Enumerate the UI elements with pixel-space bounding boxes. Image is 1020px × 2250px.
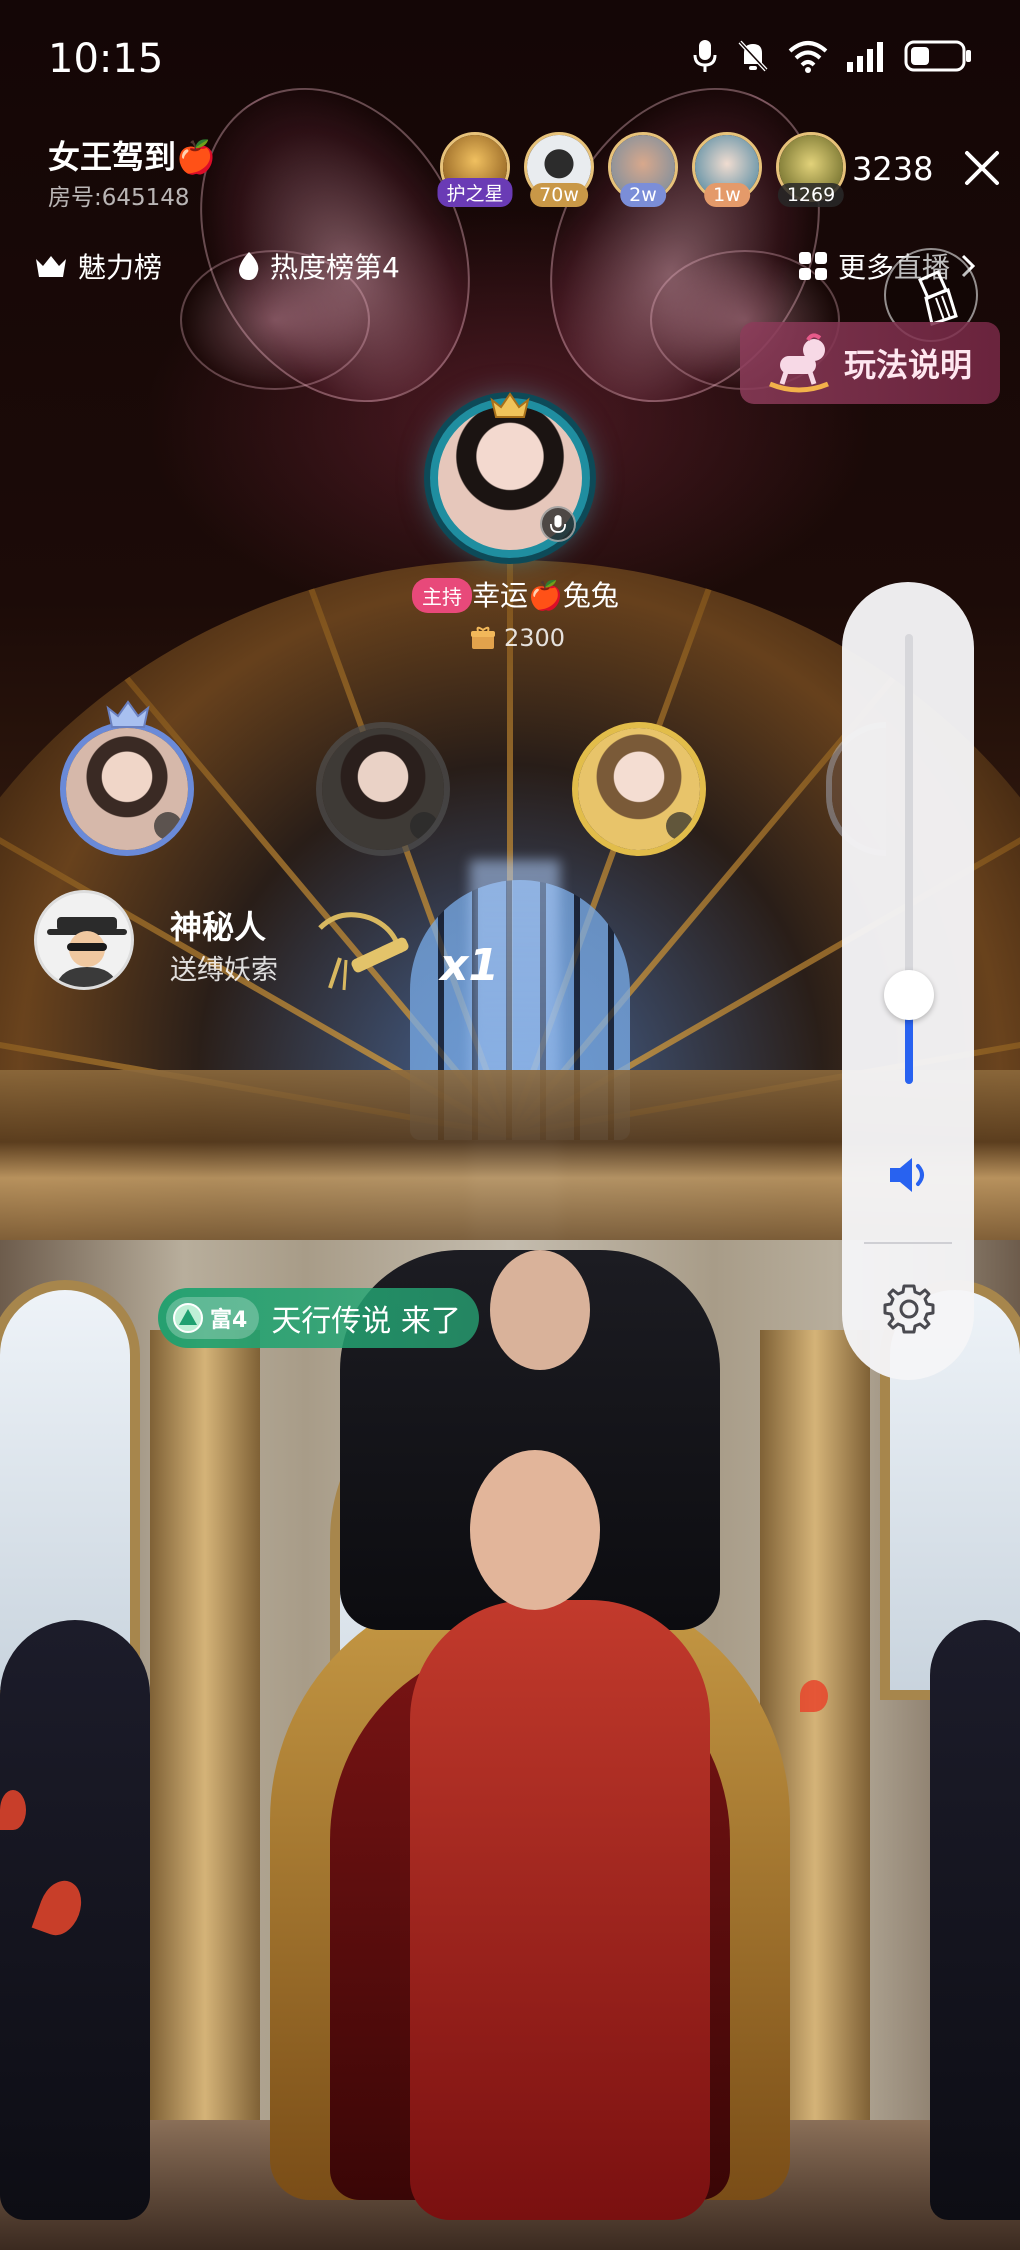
rose-petal [800, 1680, 828, 1712]
viewer-badge: 护之星 [437, 178, 513, 207]
microphone-icon [154, 812, 182, 840]
wifi-icon [788, 41, 828, 73]
gift-sender-name: 神秘人 [170, 908, 267, 946]
viewer-avatar[interactable]: 1w [692, 132, 762, 207]
level-triangle-icon [173, 1303, 203, 1333]
entrance-notice: 富4 天行传说 来了 [158, 1288, 479, 1348]
rocking-horse-icon [769, 333, 829, 393]
charm-rank-label: 魅力榜 [78, 251, 163, 284]
rich-level: 富4 [210, 1308, 248, 1333]
microphone-icon [540, 506, 576, 542]
heat-rank-button[interactable]: 热度榜第4 [236, 246, 400, 286]
mic-seat-2[interactable] [316, 722, 450, 856]
grid-icon [799, 252, 827, 280]
rose-petal [0, 1790, 26, 1830]
viewer-badge: 70w [530, 183, 588, 207]
viewer-avatar[interactable]: 1269 [776, 132, 846, 207]
battery-icon [904, 40, 971, 72]
crown-icon [490, 392, 530, 418]
rules-button[interactable]: 玩法说明 [740, 322, 1000, 404]
top-viewers: 护之星 70w 2w 1w 1269 [437, 132, 846, 207]
microphone-icon [410, 812, 438, 840]
host-tag: 主持 [412, 578, 472, 613]
gift-box-icon [471, 626, 495, 649]
crown-icon [36, 256, 66, 277]
viewer-avatar[interactable]: 2w [608, 132, 678, 207]
divider [864, 1242, 952, 1244]
microphone-icon [693, 40, 717, 72]
wing-left-decoration [147, 40, 523, 450]
host-name[interactable]: 幸运🍎兔兔 [472, 574, 619, 614]
viewer-count[interactable]: 3238 [852, 150, 933, 188]
room-title[interactable]: 女王驾到🍎 [48, 132, 216, 178]
room-id: 房号:645148 [48, 185, 190, 211]
gift-action: 送缚妖索 [170, 955, 278, 986]
flame-icon [239, 252, 259, 280]
signal-icon [847, 42, 883, 72]
status-icons [692, 38, 972, 74]
gift-count: x1 [440, 940, 499, 991]
host-score-value: 2300 [504, 624, 566, 652]
seated-queen [410, 1600, 710, 2220]
mystery-user-avatar[interactable] [34, 890, 134, 990]
queen-face [470, 1450, 600, 1610]
mic-seat-1[interactable] [60, 722, 194, 856]
viewer-badge: 1269 [777, 183, 845, 207]
right-guard [930, 1620, 1020, 2220]
volume-panel [842, 582, 974, 1380]
rules-button-label: 玩法说明 [844, 346, 973, 384]
rope-gift-icon [318, 912, 409, 991]
gear-icon[interactable] [882, 1282, 936, 1336]
charm-rank-button[interactable]: 魅力榜 [34, 246, 162, 286]
heat-rank-label: 热度榜第4 [270, 251, 400, 284]
mic-seat-3[interactable] [572, 722, 706, 856]
viewer-badge: 2w [620, 183, 666, 207]
mute-bell-icon [738, 40, 768, 72]
status-time: 10:15 [48, 36, 164, 82]
microphone-icon [666, 812, 694, 840]
left-pillar [150, 1330, 260, 2130]
crown-icon [106, 700, 150, 728]
volume-slider-knob[interactable] [884, 969, 934, 1020]
viewer-badge: 1w [704, 183, 750, 207]
rich-level-badge: 富4 [166, 1297, 260, 1339]
host-score: 2300 [470, 624, 565, 652]
man-face [490, 1250, 590, 1370]
close-icon[interactable] [962, 148, 1002, 188]
speaker-icon[interactable] [886, 1152, 932, 1198]
entrance-text: 天行传说 来了 [271, 1304, 461, 1339]
viewer-avatar[interactable]: 70w [524, 132, 594, 207]
viewer-avatar[interactable]: 护之星 [437, 132, 513, 207]
